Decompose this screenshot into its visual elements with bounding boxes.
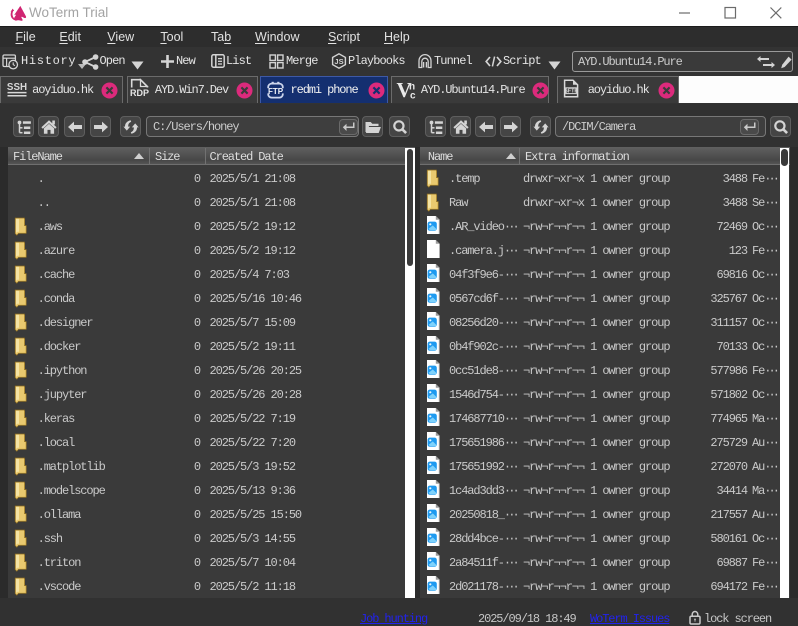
svg-text:c: c (410, 91, 416, 100)
svg-text:FTP: FTP (268, 87, 284, 96)
svg-text:SFTP: SFTP (564, 89, 578, 95)
svg-text:RDP: RDP (130, 88, 149, 97)
svg-text:JS: JS (334, 57, 343, 66)
svg-text:SSH: SSH (7, 82, 27, 93)
